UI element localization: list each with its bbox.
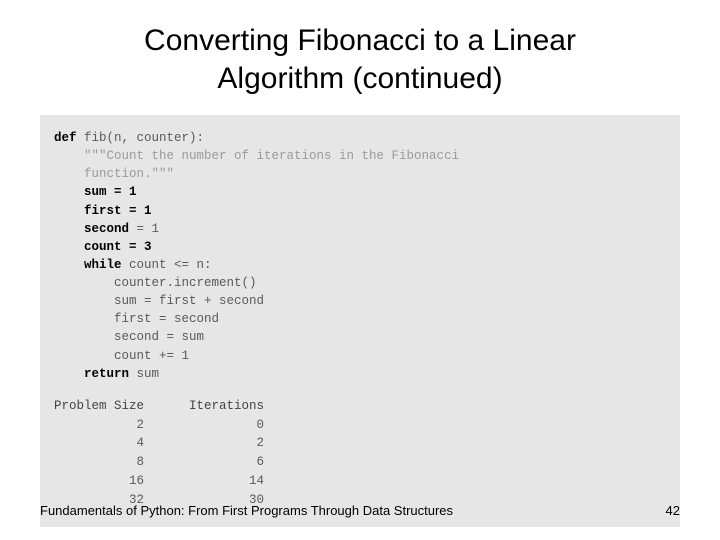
code-block: def fib(n, counter): """Count the number… <box>40 115 680 527</box>
line-count: count = 3 <box>54 240 152 254</box>
title-line-2: Algorithm (continued) <box>217 62 502 95</box>
line-increment: counter.increment() <box>54 276 257 290</box>
table-row: 4 2 <box>54 434 666 453</box>
return-val: sum <box>129 367 159 381</box>
line-firsteq: first = second <box>54 312 219 326</box>
slide: Converting Fibonacci to a Linear Algorit… <box>0 0 720 540</box>
title-line-1: Converting Fibonacci to a Linear <box>144 24 576 57</box>
table-header: Problem Size Iterations <box>54 397 666 416</box>
table-row: 8 6 <box>54 453 666 472</box>
footer-text: Fundamentals of Python: From First Progr… <box>40 503 453 518</box>
output-table: Problem Size Iterations 2 0 4 2 8 6 16 1… <box>54 397 666 510</box>
docstring-1: """Count the number of iterations in the… <box>54 149 459 163</box>
line-secondeq: second = sum <box>54 330 204 344</box>
line-sumcalc: sum = first + second <box>54 294 264 308</box>
table-row: 2 0 <box>54 416 666 435</box>
kw-while: while <box>54 258 122 272</box>
slide-title: Converting Fibonacci to a Linear Algorit… <box>0 0 720 107</box>
line-first: first = 1 <box>54 204 152 218</box>
table-row: 16 14 <box>54 472 666 491</box>
kw-return: return <box>54 367 129 381</box>
while-cond: count <= n: <box>122 258 212 272</box>
kw-def: def <box>54 131 77 145</box>
docstring-2: function.""" <box>54 167 174 181</box>
page-number: 42 <box>666 503 680 518</box>
line-second-rest: = 1 <box>129 222 159 236</box>
line-sum: sum = 1 <box>54 185 137 199</box>
code-sig: fib(n, counter): <box>77 131 205 145</box>
line-countinc: count += 1 <box>54 349 189 363</box>
line-second-kw: second <box>54 222 129 236</box>
